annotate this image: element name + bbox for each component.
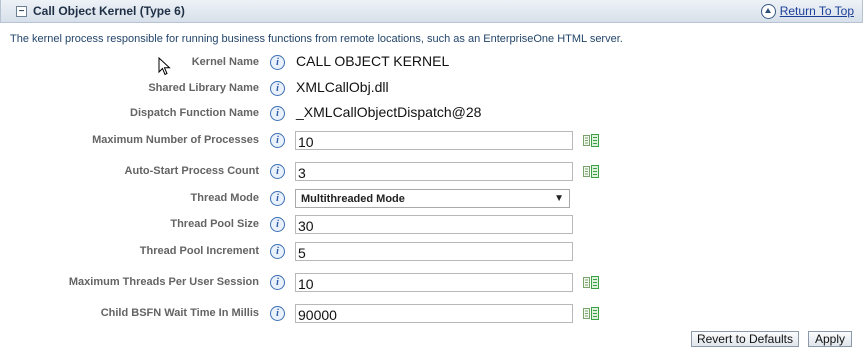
details-icon[interactable] (583, 164, 599, 179)
info-icon[interactable]: i (270, 275, 285, 290)
auto-start-input[interactable]: 3 (295, 162, 573, 181)
section-header: − Call Object Kernel (Type 6) Return To … (0, 0, 863, 23)
info-icon[interactable]: i (270, 191, 285, 206)
section-title: Call Object Kernel (Type 6) (33, 4, 185, 18)
shared-library-value: XMLCallObj.dll (296, 79, 389, 95)
return-to-top[interactable]: Return To Top (760, 3, 854, 19)
child-bsfn-wait-input[interactable]: 90000 (295, 304, 573, 323)
return-to-top-link[interactable]: Return To Top (780, 4, 854, 18)
thread-mode-row: Thread Mode i Multithreaded Mode ▼ (0, 189, 863, 211)
info-icon[interactable]: i (270, 106, 285, 121)
details-icon[interactable] (583, 275, 599, 290)
thread-pool-size-input[interactable]: 30 (295, 215, 573, 234)
info-icon[interactable]: i (270, 306, 285, 321)
up-arrow-icon[interactable] (760, 3, 776, 19)
info-icon[interactable]: i (270, 133, 285, 148)
thread-mode-select[interactable]: Multithreaded Mode ▼ (295, 189, 570, 208)
dispatch-function-label: Dispatch Function Name (130, 107, 259, 119)
info-icon[interactable]: i (270, 55, 285, 70)
child-bsfn-wait-label: Child BSFN Wait Time In Millis (100, 307, 259, 319)
auto-start-row: Auto-Start Process Count i 3 (0, 162, 863, 184)
shared-library-label: Shared Library Name (148, 82, 259, 94)
max-processes-label: Maximum Number of Processes (92, 134, 259, 146)
dispatch-function-value: _XMLCallObjectDispatch@28 (296, 104, 482, 120)
thread-pool-size-label: Thread Pool Size (170, 218, 259, 230)
thread-mode-value: Multithreaded Mode (301, 193, 405, 205)
revert-to-defaults-button[interactable]: Revert to Defaults (691, 331, 799, 347)
info-icon[interactable]: i (270, 217, 285, 232)
details-icon[interactable] (583, 306, 599, 321)
thread-pool-increment-row: Thread Pool Increment i 5 (0, 242, 863, 264)
info-icon[interactable]: i (270, 244, 285, 259)
dispatch-function-row: Dispatch Function Name i _XMLCallObjectD… (0, 104, 863, 126)
details-icon[interactable] (583, 133, 599, 148)
auto-start-label: Auto-Start Process Count (124, 165, 259, 177)
thread-pool-increment-input[interactable]: 5 (295, 242, 573, 261)
info-icon[interactable]: i (270, 164, 285, 179)
max-threads-input[interactable]: 10 (295, 273, 573, 292)
thread-pool-size-row: Thread Pool Size i 30 (0, 215, 863, 237)
max-processes-input[interactable]: 10 (295, 131, 573, 150)
max-processes-row: Maximum Number of Processes i 10 (0, 131, 863, 153)
collapse-icon[interactable]: − (16, 6, 27, 17)
info-icon[interactable]: i (270, 81, 285, 96)
thread-pool-increment-label: Thread Pool Increment (139, 245, 259, 257)
section-description: The kernel process responsible for runni… (10, 33, 623, 45)
kernel-name-row: Kernel Name i CALL OBJECT KERNEL (0, 53, 863, 75)
apply-button[interactable]: Apply (808, 331, 852, 347)
thread-mode-label: Thread Mode (190, 192, 259, 204)
max-threads-row: Maximum Threads Per User Session i 10 (0, 273, 863, 295)
chevron-down-icon[interactable]: ▼ (554, 194, 564, 204)
child-bsfn-wait-row: Child BSFN Wait Time In Millis i 90000 (0, 304, 863, 326)
kernel-name-value: CALL OBJECT KERNEL (296, 53, 450, 69)
kernel-name-label: Kernel Name (191, 56, 259, 68)
max-threads-label: Maximum Threads Per User Session (68, 276, 259, 288)
shared-library-row: Shared Library Name i XMLCallObj.dll (0, 79, 863, 101)
